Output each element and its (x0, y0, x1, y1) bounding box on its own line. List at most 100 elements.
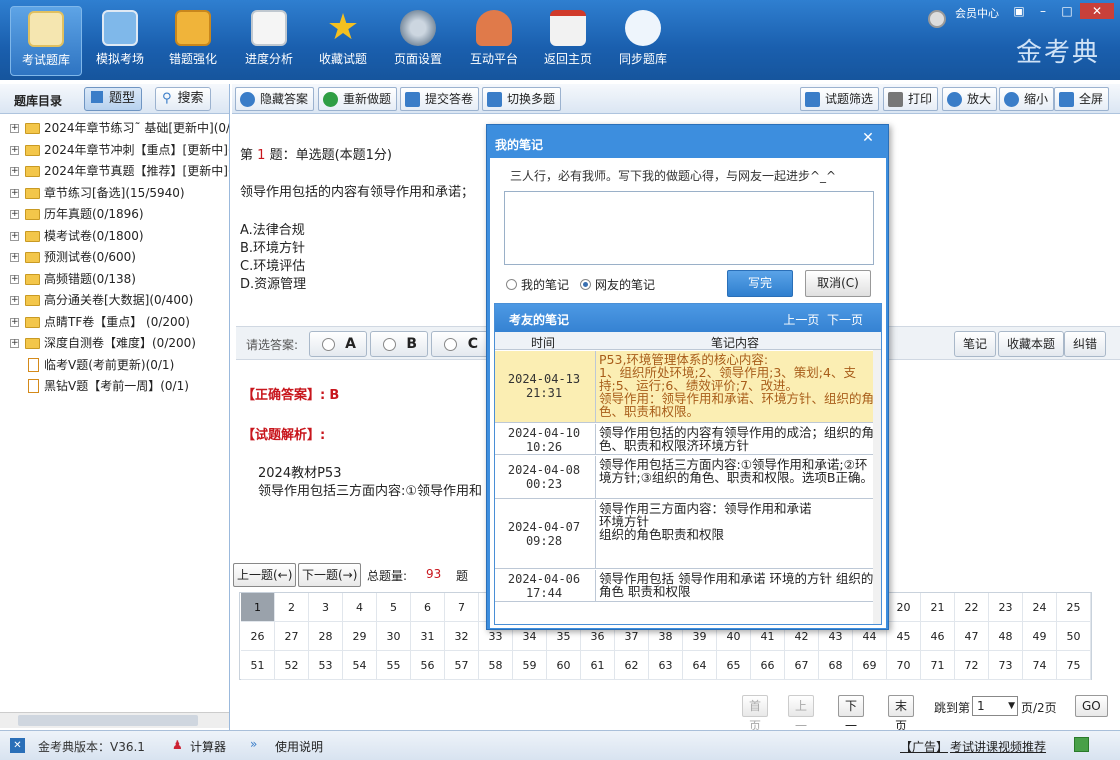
prev-question-button[interactable]: 上一题(←) (233, 563, 297, 587)
question-cell[interactable]: 3 (309, 593, 343, 622)
expand-icon[interactable]: + (10, 317, 19, 327)
question-cell[interactable]: 49 (1023, 622, 1057, 651)
minimize-icon[interactable]: – (1032, 3, 1054, 19)
maximize-icon[interactable]: □ (1056, 3, 1078, 19)
expand-icon[interactable]: + (10, 210, 19, 219)
ad-label[interactable]: 【广告】 (900, 738, 948, 755)
write-button[interactable]: 写完 (727, 270, 793, 297)
question-cell[interactable]: 69 (853, 651, 887, 680)
ad-link[interactable]: 考试讲课视频推荐 (950, 738, 1046, 755)
tree-item[interactable]: +2024年章节真题【推荐】[更新中]( (0, 161, 229, 183)
question-cell[interactable]: 45 (887, 622, 921, 651)
question-cell[interactable]: 50 (1057, 622, 1091, 651)
favorite-button[interactable]: 收藏本题 (998, 331, 1065, 357)
question-cell[interactable]: 26 (241, 622, 275, 651)
question-cell[interactable]: 30 (377, 622, 411, 651)
exam-bank-button[interactable]: 考试题库 (10, 6, 82, 76)
question-cell[interactable]: 20 (887, 593, 921, 622)
question-cell[interactable]: 1 (241, 593, 275, 622)
question-cell[interactable]: 21 (921, 593, 955, 622)
next-page-button[interactable]: 下一页 (838, 695, 865, 753)
answer-a-button[interactable]: A (309, 331, 367, 357)
page-select[interactable]: 1 ▼ (972, 696, 1018, 716)
question-cell[interactable]: 63 (649, 651, 683, 680)
page-settings-button[interactable]: 页面设置 (382, 6, 454, 76)
first-page-button[interactable]: 首页 (742, 695, 769, 733)
favorites-button[interactable]: ★ 收藏试题 (307, 6, 379, 76)
question-cell[interactable]: 64 (683, 651, 717, 680)
question-cell[interactable]: 58 (479, 651, 513, 680)
home-button[interactable]: 返回主页 (532, 6, 604, 76)
question-cell[interactable]: 67 (785, 651, 819, 680)
notes-prev-page[interactable]: 上一页 (783, 313, 819, 327)
report-error-button[interactable]: 纠错 (1064, 331, 1107, 357)
question-cell[interactable]: 27 (275, 622, 309, 651)
question-cell[interactable]: 73 (989, 651, 1023, 680)
prev-page-button[interactable]: 上一页 (788, 695, 815, 753)
notes-scrollbar[interactable] (873, 350, 881, 624)
tree-item[interactable]: + 高分通关卷[大数据](0/400) (0, 290, 229, 312)
hide-answer-button[interactable]: 隐藏答案 (235, 87, 315, 111)
question-cell[interactable]: 7 (445, 593, 479, 622)
submit-button[interactable]: 提交答卷 (400, 87, 480, 111)
calculator-link[interactable]: 计算器 (190, 738, 226, 755)
tree-leaf[interactable]: 黑钻V题【考前一周】(0/1) (0, 376, 229, 398)
note-button[interactable]: 笔记 (954, 331, 997, 357)
tree-item[interactable]: + 高频错题(0/138) (0, 269, 229, 291)
tree-item[interactable]: + 历年真题(0/1896) (0, 204, 229, 226)
question-cell[interactable]: 57 (445, 651, 479, 680)
question-cell[interactable]: 2 (275, 593, 309, 622)
question-cell[interactable]: 66 (751, 651, 785, 680)
question-cell[interactable]: 32 (445, 622, 479, 651)
question-cell[interactable]: 56 (411, 651, 445, 680)
last-page-button[interactable]: 末页 (888, 695, 915, 733)
question-cell[interactable]: 5 (377, 593, 411, 622)
question-cell[interactable]: 23 (989, 593, 1023, 622)
close-icon[interactable]: ✕ (1080, 3, 1114, 19)
filter-button[interactable]: 试题筛选 (800, 87, 880, 111)
note-textarea[interactable] (504, 191, 874, 265)
progress-analysis-button[interactable]: 进度分析 (233, 6, 305, 76)
question-cell[interactable]: 60 (547, 651, 581, 680)
restore-icon[interactable]: ▣ (1008, 3, 1030, 19)
tree-item[interactable]: +2024年章节练习˜ 基础[更新中](0/1 (0, 118, 229, 140)
question-cell[interactable]: 74 (1023, 651, 1057, 680)
my-notes-radio[interactable]: 我的笔记 (506, 276, 569, 293)
expand-icon[interactable]: + (10, 296, 19, 305)
expand-icon[interactable]: + (10, 145, 19, 155)
cancel-button[interactable]: 取消(C) (805, 270, 871, 297)
sync-button[interactable]: 同步题库 (607, 6, 679, 76)
question-cell[interactable]: 28 (309, 622, 343, 651)
notes-next-page[interactable]: 下一页 (827, 313, 863, 327)
question-cell[interactable]: 70 (887, 651, 921, 680)
switch-multi-button[interactable]: 切换多题 (482, 87, 562, 111)
interaction-button[interactable]: 互动平台 (458, 6, 530, 76)
question-cell[interactable]: 52 (275, 651, 309, 680)
zoom-in-button[interactable]: 放大 (942, 87, 998, 111)
question-cell[interactable]: 62 (615, 651, 649, 680)
answer-b-button[interactable]: B (370, 331, 428, 357)
expand-icon[interactable]: + (10, 274, 19, 284)
question-cell[interactable]: 22 (955, 593, 989, 622)
member-avatar[interactable] (928, 10, 946, 28)
question-cell[interactable]: 53 (309, 651, 343, 680)
scroll-thumb[interactable] (18, 715, 198, 726)
tree-item[interactable]: + 章节练习[备选](15/5940) (0, 183, 229, 205)
redo-button[interactable]: 重新做题 (318, 87, 398, 111)
question-cell[interactable]: 71 (921, 651, 955, 680)
zoom-out-button[interactable]: 缩小 (999, 87, 1055, 111)
question-cell[interactable]: 48 (989, 622, 1023, 651)
question-cell[interactable]: 6 (411, 593, 445, 622)
next-question-button[interactable]: 下一题(→) (298, 563, 362, 587)
question-cell[interactable]: 29 (343, 622, 377, 651)
tree-item[interactable]: + 点睛TF卷【重点】 (0/200) (0, 312, 229, 334)
question-cell[interactable]: 51 (241, 651, 275, 680)
fullscreen-button[interactable]: 全屏 (1054, 87, 1110, 111)
question-cell[interactable]: 75 (1057, 651, 1091, 680)
expand-icon[interactable]: + (10, 231, 19, 241)
tree-item[interactable]: + 预测试卷(0/600) (0, 247, 229, 269)
tree-leaf[interactable]: 临考V题(考前更新)(0/1) (0, 355, 229, 377)
question-cell[interactable]: 47 (955, 622, 989, 651)
question-cell[interactable]: 31 (411, 622, 445, 651)
question-cell[interactable]: 24 (1023, 593, 1057, 622)
